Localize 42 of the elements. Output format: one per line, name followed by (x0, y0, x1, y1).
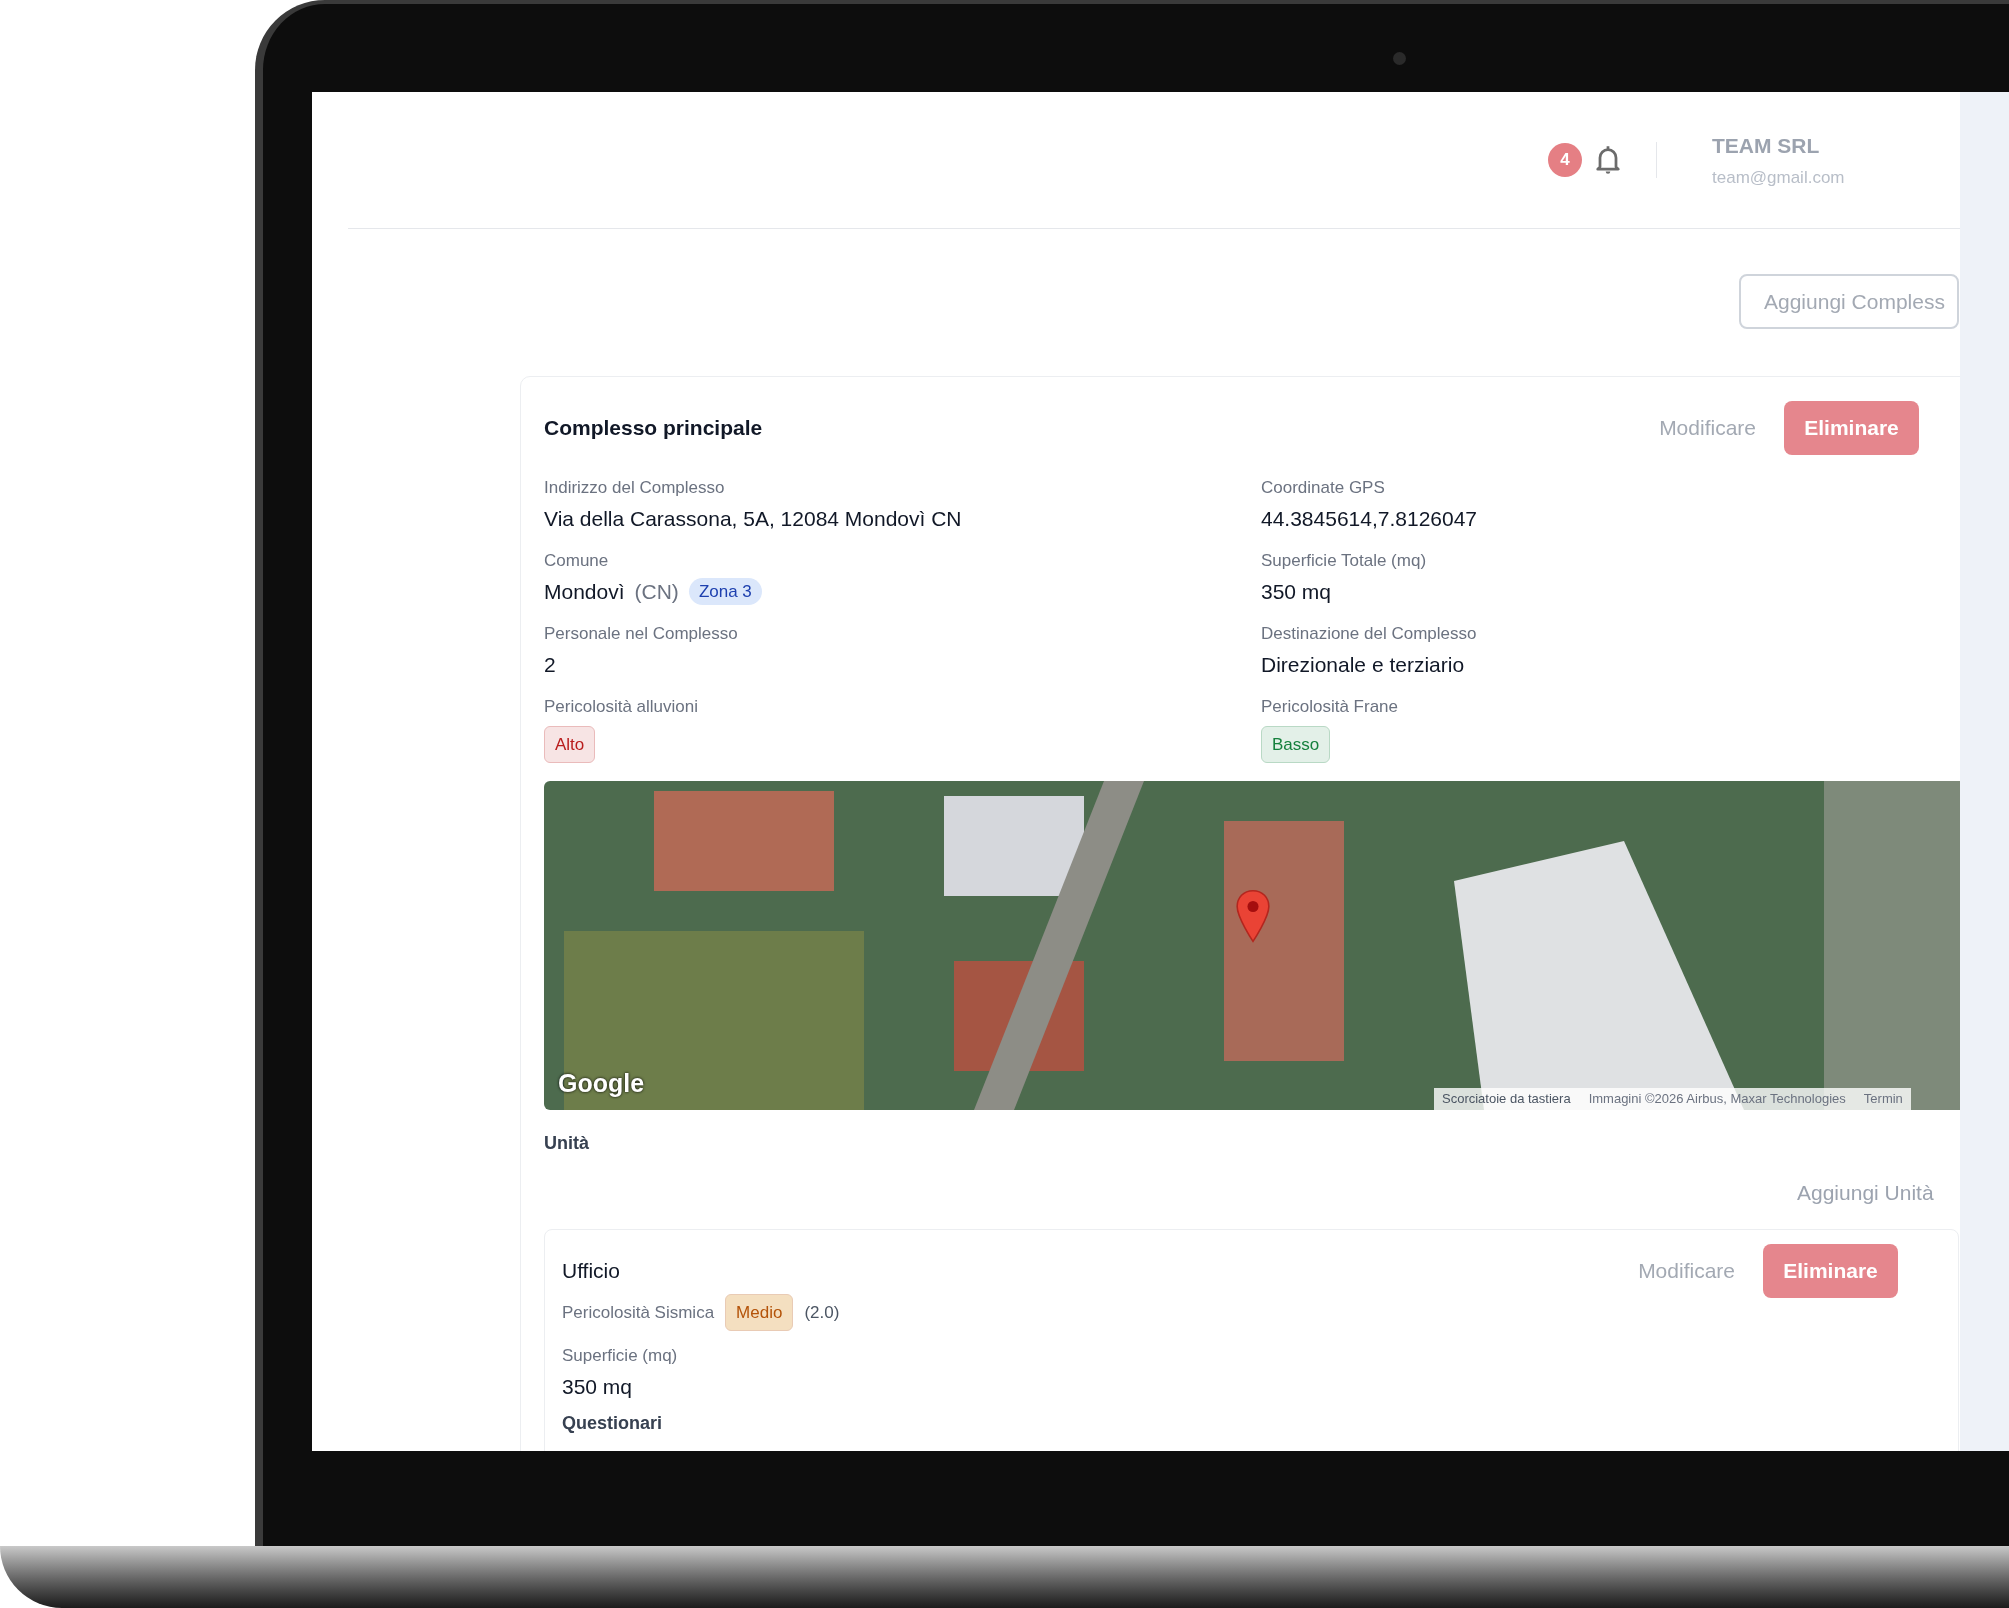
add-complex-button[interactable]: Aggiungi Compless (1739, 274, 1959, 329)
map-pin-icon (1234, 889, 1272, 943)
delete-button[interactable]: Eliminare (1763, 1243, 1898, 1298)
field-label: Comune (544, 550, 610, 572)
notification-count: 4 (1548, 143, 1582, 177)
terms-link[interactable]: Termin (1863, 1089, 1903, 1109)
zone-tag: Zona 3 (688, 577, 762, 605)
edit-button[interactable]: Modificare (1657, 412, 1758, 444)
add-unit-button[interactable]: Aggiungi Unità (1797, 1177, 1934, 1209)
field-value: 2 (544, 651, 557, 678)
delete-button[interactable]: Eliminare (1784, 401, 1919, 455)
company-name: TEAM SRL (1712, 132, 1821, 159)
card-title: Complesso principale (544, 415, 763, 442)
field-label: Indirizzo del Complesso (544, 477, 726, 499)
province-code: (CN) (634, 578, 679, 605)
field-label: Coordinate GPS (1261, 477, 1386, 499)
risk-tag: Basso (1261, 725, 1331, 763)
seismic-value: (2.0) (804, 1301, 840, 1324)
field-value: 350 mq (562, 1373, 634, 1400)
field-label: Superficie Totale (mq) (1261, 550, 1428, 572)
field-label: Pericolosità alluvioni (544, 696, 700, 718)
keyboard-shortcuts-link[interactable]: Scorciatoie da tastiera (1442, 1089, 1571, 1109)
section-title: Questionari (562, 1412, 664, 1435)
field-value: 44.3845614,7.8126047 (1261, 505, 1479, 532)
field-label: Personale nel Complesso (544, 623, 739, 645)
field-label: Pericolosità Sismica (562, 1301, 715, 1324)
bell-icon[interactable] (1594, 144, 1622, 176)
field-label: Superficie (mq) (562, 1345, 679, 1367)
field-value: Direzionale e terziario (1261, 651, 1466, 678)
field-label: Destinazione del Complesso (1261, 623, 1478, 645)
imagery-credit: Immagini ©2026 Airbus, Maxar Technologies (1588, 1090, 1846, 1109)
account-email: team@gmail.com (1712, 167, 1845, 189)
risk-tag: Alto (544, 725, 596, 763)
risk-tag: Medio (725, 1293, 794, 1331)
field-value: Mondovì (544, 578, 625, 605)
field-value: Via della Carassona, 5A, 12084 Mondovì CN (544, 505, 963, 532)
field-value: 350 mq (1261, 578, 1333, 605)
field-label: Pericolosità Frane (1261, 696, 1399, 718)
section-title: Unità (544, 1132, 590, 1155)
edit-button[interactable]: Modificare (1636, 1254, 1737, 1287)
map-logo: Google (558, 1067, 645, 1099)
unit-name: Ufficio (562, 1257, 620, 1284)
